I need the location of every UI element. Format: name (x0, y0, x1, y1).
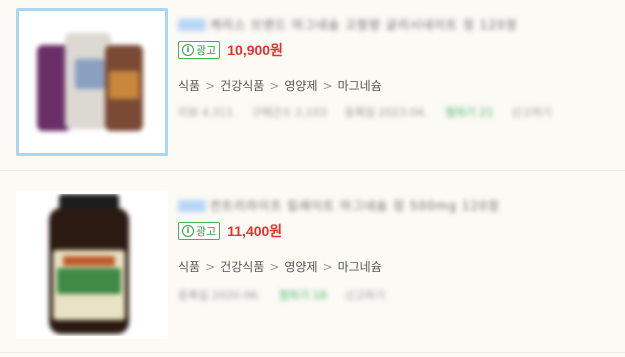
breadcrumb-item[interactable]: 영양제 (284, 260, 317, 274)
breadcrumb-item[interactable]: 건강식품 (220, 79, 264, 93)
product-price: 11,400원 (227, 223, 283, 239)
breadcrumb-item[interactable]: 식품 (178, 260, 200, 274)
report-link[interactable]: 신고하기 (345, 287, 385, 303)
breadcrumb-item[interactable]: 식품 (178, 79, 200, 93)
breadcrumb-item[interactable]: 마그네슘 (338, 260, 382, 274)
product-meta: 등록일 2020.06. 찜하기 18 신고하기 (178, 287, 403, 303)
review-count[interactable]: 리뷰 4,311 (178, 104, 233, 120)
breadcrumb-item[interactable]: 영양제 (284, 79, 317, 93)
product-listing: 캐리스 브랜드 마그네슘 고함량 글리시네이트 정 120정 i 광고 10,90… (0, 0, 625, 171)
ad-price-row: i 광고 11,400원 (178, 221, 282, 241)
ad-badge[interactable]: i 광고 (178, 41, 221, 59)
product-thumbnail[interactable] (16, 191, 168, 339)
wishlist-button[interactable]: 찜하기 18 (279, 287, 327, 303)
ad-badge[interactable]: i 광고 (178, 222, 221, 240)
ad-price-row: i 광고 10,900원 (178, 40, 283, 60)
category-breadcrumb: 식품 > 건강식품 > 영양제 > 마그네슘 (178, 79, 382, 93)
product-title[interactable]: 컨트리라이프 킬레이트 마그네슘 정 500mg 120정 (178, 195, 500, 213)
product-price: 10,900원 (227, 42, 283, 58)
breadcrumb-item[interactable]: 마그네슘 (338, 79, 382, 93)
breadcrumb-item[interactable]: 건강식품 (220, 260, 264, 274)
info-icon: i (182, 225, 194, 237)
wishlist-button[interactable]: 찜하기 21 (446, 104, 494, 120)
brand-tag (178, 199, 206, 212)
category-breadcrumb: 식품 > 건강식품 > 영양제 > 마그네슘 (178, 260, 382, 274)
brand-tag (178, 18, 206, 31)
report-link[interactable]: 신고하기 (511, 104, 551, 120)
product-meta: 리뷰 4,311 구매건수 2,103 등록일 2023.04. 찜하기 21 신고하기 (178, 104, 570, 120)
register-date: 등록일 2023.04. (344, 106, 428, 119)
product-thumbnail[interactable] (16, 8, 168, 156)
product-title[interactable]: 캐리스 브랜드 마그네슘 고함량 글리시네이트 정 120정 (178, 14, 518, 32)
purchase-count: 구매건수 2,103 (251, 106, 327, 119)
product-listing: 컨트리라이프 킬레이트 마그네슘 정 500mg 120정 i 광고 11,400… (0, 171, 625, 353)
info-icon: i (182, 44, 194, 56)
register-date: 등록일 2020.06. (178, 289, 261, 302)
